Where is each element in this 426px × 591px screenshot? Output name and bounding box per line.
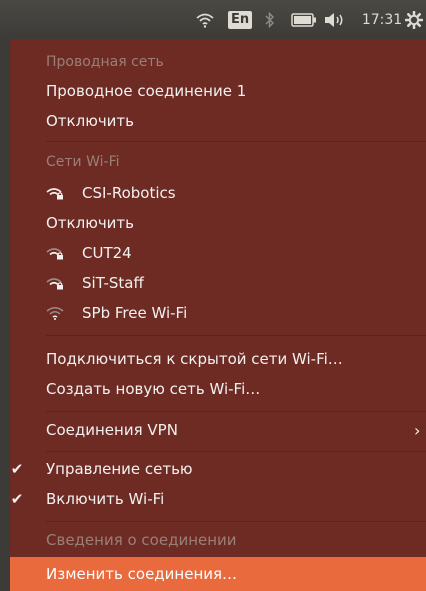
wifi-indicator[interactable]: [193, 0, 217, 39]
wired-connection-item[interactable]: Проводное соединение 1: [10, 74, 426, 108]
vpn-connections-label: Соединения VPN: [46, 421, 178, 439]
menu-separator: [46, 141, 426, 142]
wifi-network-name: CUT24: [82, 244, 132, 262]
create-wifi-network-item[interactable]: Создать новую сеть Wi-Fi…: [10, 372, 426, 406]
bluetooth-icon: [265, 11, 274, 28]
wifi-network-name: CSI-Robotics: [82, 184, 176, 202]
wifi-network-name: SiT-Staff: [82, 274, 144, 292]
wifi-network-item-spb-free[interactable]: SPb Free Wi-Fi: [10, 296, 426, 330]
wifi-network-item-cut24[interactable]: CUT24: [10, 236, 426, 270]
menu-separator: [46, 411, 426, 412]
battery-icon: [291, 12, 316, 27]
manage-network-toggle[interactable]: ✔ Управление сетью: [10, 452, 426, 486]
clock[interactable]: 17:31: [357, 0, 407, 39]
wifi-network-name: SPb Free Wi-Fi: [82, 304, 188, 322]
keyboard-layout-indicator[interactable]: En: [227, 0, 253, 39]
wifi-icon: [46, 296, 66, 330]
sound-indicator[interactable]: [321, 0, 349, 39]
checkmark-icon: ✔: [10, 460, 24, 478]
wifi-networks-header: Сети Wi-Fi: [46, 154, 120, 170]
menu-separator: [46, 335, 426, 336]
bluetooth-indicator[interactable]: [261, 0, 279, 39]
vpn-connections-item[interactable]: Соединения VPN ›: [10, 413, 426, 447]
keyboard-layout-label: En: [227, 10, 253, 29]
wifi-icon: [196, 13, 214, 28]
battery-indicator[interactable]: [286, 0, 322, 39]
enable-wifi-toggle[interactable]: ✔ Включить Wi-Fi: [10, 482, 426, 516]
volume-icon: [325, 12, 343, 27]
network-menu: Проводная сеть Проводное соединение 1 От…: [10, 39, 426, 591]
top-panel: En 17:31: [0, 0, 426, 39]
session-indicator[interactable]: [402, 0, 426, 39]
connect-hidden-network-item[interactable]: Подключиться к скрытой сети Wi-Fi…: [10, 342, 426, 376]
edit-connections-item[interactable]: Изменить соединения…: [10, 557, 426, 591]
wifi-network-item-csi-robotics[interactable]: CSI-Robotics: [10, 176, 426, 210]
wifi-secure-icon: [46, 266, 66, 300]
wifi-secure-icon: [46, 236, 66, 270]
manage-network-label: Управление сетью: [46, 460, 193, 478]
wifi-network-item-sit-staff[interactable]: SiT-Staff: [10, 266, 426, 300]
connection-info-item: Сведения о соединении: [46, 531, 237, 549]
wifi-secure-icon: [46, 176, 66, 210]
wired-disconnect-item[interactable]: Отключить: [10, 104, 426, 138]
wifi-disconnect-item[interactable]: Отключить: [10, 206, 426, 240]
enable-wifi-label: Включить Wi-Fi: [46, 490, 165, 508]
gear-icon: [405, 10, 423, 29]
checkmark-icon: ✔: [10, 490, 24, 508]
chevron-right-icon: ›: [414, 420, 421, 440]
menu-separator: [46, 521, 426, 522]
